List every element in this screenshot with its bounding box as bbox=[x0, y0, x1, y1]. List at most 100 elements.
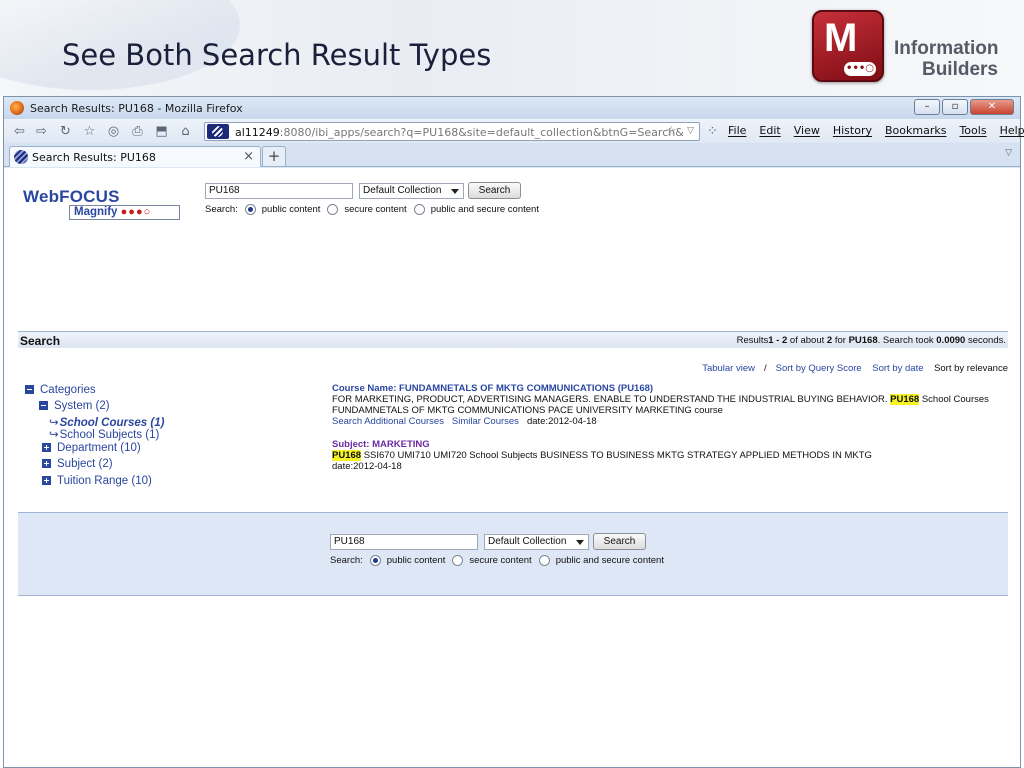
webfocus-logo: WebFOCUS Magnify ●●●○ bbox=[23, 187, 180, 220]
snippet-text-before: FOR MARKETING, PRODUCT, ADVERTISING MANA… bbox=[332, 394, 891, 405]
stats-query: PU168 bbox=[848, 335, 878, 346]
search-additional-courses-link[interactable]: Search Additional Courses bbox=[332, 416, 444, 427]
arrow-right-icon: ↪ bbox=[49, 429, 59, 441]
maximize-button[interactable]: ▫ bbox=[942, 99, 968, 115]
category-subject-label: Subject (2) bbox=[57, 458, 113, 470]
webfocus-wordmark: WebFOCUS bbox=[23, 187, 120, 206]
category-department[interactable]: Department (10) bbox=[42, 442, 141, 454]
chevron-down-icon bbox=[451, 189, 459, 194]
firefox-icon bbox=[10, 101, 24, 115]
url-text[interactable]: al11249:8080/ibi_apps/search?q=PU168&sit… bbox=[235, 126, 684, 139]
category-school-subjects[interactable]: ↪School Subjects (1) bbox=[49, 427, 159, 441]
category-system-label: System (2) bbox=[54, 400, 110, 412]
menu-history[interactable]: History bbox=[833, 124, 872, 137]
slide-header: See Both Search Result Types M •••○ Info… bbox=[0, 0, 1024, 96]
window-controls: – ▫ ✕ bbox=[914, 99, 1014, 115]
sort-by-score-link[interactable]: Sort by Query Score bbox=[776, 363, 862, 374]
forward-icon[interactable]: ⇨ bbox=[34, 124, 49, 139]
collapse-icon[interactable] bbox=[39, 401, 48, 411]
page-content: WebFOCUS Magnify ●●●○ PU168 Default Coll… bbox=[4, 168, 1020, 767]
close-window-button[interactable]: ✕ bbox=[970, 99, 1014, 115]
expand-icon[interactable] bbox=[42, 476, 51, 486]
chevron-down-icon bbox=[576, 540, 584, 545]
menu-tools[interactable]: Tools bbox=[959, 124, 986, 137]
new-tab-button[interactable]: + bbox=[262, 146, 286, 166]
home-icon[interactable]: ⌂ bbox=[178, 124, 193, 139]
expand-icon[interactable] bbox=[42, 443, 51, 453]
address-bar[interactable]: al11249:8080/ibi_apps/search?q=PU168&sit… bbox=[204, 122, 700, 141]
radio-public-secure-content[interactable] bbox=[538, 555, 550, 566]
result-date: date:2012-04-18 bbox=[526, 416, 597, 427]
site-identity-icon[interactable] bbox=[207, 124, 229, 139]
bookmark-page-icon[interactable]: ☆ bbox=[82, 124, 97, 139]
reload-icon[interactable]: ↻ bbox=[58, 124, 73, 139]
radio-public-label: public content bbox=[261, 204, 321, 215]
search-scope: Search: public content secure content pu… bbox=[205, 204, 539, 215]
url-path: :8080/ibi_apps/search?q=PU168&site=defau… bbox=[279, 126, 684, 139]
result-title[interactable]: Subject: MARKETING bbox=[332, 439, 1012, 450]
radio-secure-content[interactable] bbox=[452, 555, 464, 566]
company-name-line2: Builders bbox=[921, 59, 998, 80]
menu-view[interactable]: View bbox=[794, 124, 820, 137]
menu-file[interactable]: File bbox=[728, 124, 746, 137]
tab-close-icon[interactable]: × bbox=[243, 149, 254, 164]
tab-strip: Search Results: PU168 × + ▽ bbox=[4, 143, 1020, 167]
tab-label: Search Results: PU168 bbox=[32, 151, 156, 164]
minimize-button[interactable]: – bbox=[914, 99, 940, 115]
radio-secure-content[interactable] bbox=[327, 204, 339, 215]
download-icon[interactable]: ⬒ bbox=[154, 124, 169, 139]
logo-letter: M bbox=[824, 16, 858, 60]
collection-select[interactable]: Default Collection bbox=[484, 534, 589, 550]
tab-search-results[interactable]: Search Results: PU168 × bbox=[9, 146, 261, 167]
print-icon[interactable]: ⎙ bbox=[130, 124, 145, 139]
search-button[interactable]: Search bbox=[593, 533, 646, 550]
logo-dots: •••○ bbox=[844, 62, 876, 76]
history-icon[interactable]: ◎ bbox=[106, 124, 121, 139]
radio-public-content[interactable] bbox=[244, 204, 256, 215]
menu-help[interactable]: Help bbox=[1000, 124, 1024, 137]
ib-logo: M •••○ bbox=[812, 10, 884, 82]
radio-public-secure-label: public and secure content bbox=[430, 204, 539, 215]
snippet-text-after: SSI670 UMI710 UMI720 School Subjects BUS… bbox=[361, 450, 872, 461]
category-tuition-range[interactable]: Tuition Range (10) bbox=[42, 475, 152, 487]
throbber-icon: ⁘ bbox=[707, 124, 718, 139]
search-button[interactable]: Search bbox=[468, 182, 521, 199]
firefox-window: Search Results: PU168 - Mozilla Firefox … bbox=[3, 96, 1024, 768]
magnify-label: Magnify bbox=[74, 206, 118, 218]
window-titlebar: Search Results: PU168 - Mozilla Firefox … bbox=[4, 97, 1020, 119]
search-input[interactable]: PU168 bbox=[330, 534, 478, 550]
results-header-label: Search bbox=[20, 334, 61, 348]
scope-label: Search: bbox=[330, 555, 363, 566]
radio-secure-label: secure content bbox=[344, 204, 407, 215]
tab-list-chevron-icon[interactable]: ▽ bbox=[1005, 148, 1012, 158]
url-dropdown-icon[interactable]: ▽ bbox=[687, 126, 694, 136]
webfocus-favicon bbox=[14, 150, 28, 164]
radio-public-content[interactable] bbox=[369, 555, 381, 566]
collection-select-value: Default Collection bbox=[488, 536, 567, 547]
similar-courses-link[interactable]: Similar Courses bbox=[452, 416, 519, 427]
collection-select-value: Default Collection bbox=[363, 185, 442, 196]
result-item: Subject: MARKETING PU168 SSI670 UMI710 U… bbox=[332, 439, 1012, 472]
category-system[interactable]: System (2) bbox=[39, 400, 110, 412]
search-input[interactable]: PU168 bbox=[205, 183, 353, 199]
results-header-bar: Search Results1 - 2 of about 2 for PU168… bbox=[18, 331, 1008, 348]
star-icon[interactable]: ☆ bbox=[665, 124, 677, 139]
stats-of-about: of about bbox=[787, 335, 827, 346]
category-tuition-label: Tuition Range (10) bbox=[57, 475, 152, 487]
radio-public-secure-content[interactable] bbox=[413, 204, 425, 215]
sort-by-date-link[interactable]: Sort by date bbox=[872, 363, 923, 374]
category-root[interactable]: Categories bbox=[25, 384, 96, 396]
company-name-line1: Information bbox=[894, 38, 999, 59]
menu-edit[interactable]: Edit bbox=[759, 124, 780, 137]
menu-bookmarks[interactable]: Bookmarks bbox=[885, 124, 946, 137]
slide-title: See Both Search Result Types bbox=[62, 38, 492, 72]
expand-icon[interactable] bbox=[42, 459, 51, 469]
back-icon[interactable]: ⇦ bbox=[12, 124, 27, 139]
collection-select[interactable]: Default Collection bbox=[359, 183, 464, 199]
tabular-view-link[interactable]: Tabular view bbox=[702, 363, 755, 374]
collapse-icon[interactable] bbox=[25, 385, 34, 395]
result-item: Course Name: FUNDAMNETALS OF MKTG COMMUN… bbox=[332, 383, 1012, 427]
result-title[interactable]: Course Name: FUNDAMNETALS OF MKTG COMMUN… bbox=[332, 383, 1012, 394]
company-name: Information Builders bbox=[894, 38, 999, 80]
category-subject[interactable]: Subject (2) bbox=[42, 458, 113, 470]
